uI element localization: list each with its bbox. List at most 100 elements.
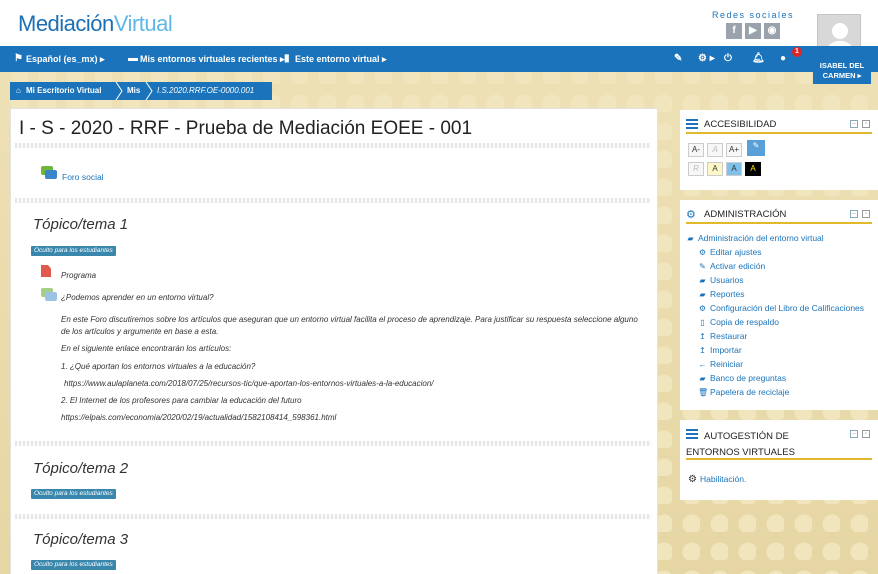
articles-intro: En el siguiente enlace encontrarán los a… (61, 344, 232, 353)
book-icon: ▮ (284, 53, 290, 64)
admin-item-edit-settings[interactable]: ⚙ Editar ajustes (698, 247, 762, 257)
admin-item-reports[interactable]: ▰ Reportes (698, 289, 744, 299)
pdf-file-icon (41, 265, 51, 277)
bell-icon[interactable]: 🔔︎ (752, 53, 765, 64)
site-logo[interactable]: MediaciónVirtual (18, 11, 173, 37)
hidden-badge: Oculto para los estudiantes (31, 246, 116, 256)
hidden-badge: Oculto para los estudiantes (31, 560, 116, 570)
font-decrease-button[interactable]: A- (688, 143, 704, 157)
article-1-url: https://www.aulaplaneta.com/2018/07/25/r… (64, 379, 434, 388)
forum-description: En este Foro discutiremos sobre los artí… (61, 315, 638, 336)
social-title: Redes sociales (711, 10, 795, 20)
user-name-line2: CARMEN ▸ (822, 71, 862, 80)
pencil-icon: ✎ (699, 262, 706, 271)
desktop-icon: ▬ (128, 53, 138, 64)
nav-recent-courses[interactable]: Mis entornos virtuales recientes ▸ (140, 54, 285, 65)
forum-social-link[interactable]: Foro social (62, 172, 104, 182)
course-content: I - S - 2020 - RRF - Prueba de Mediación… (10, 108, 658, 574)
font-increase-button[interactable]: A+ (726, 143, 742, 157)
dock-icon[interactable]: ▫ (862, 430, 870, 438)
file-icon: ▯ (700, 318, 705, 327)
administration-block: ⚙ ADMINISTRACIÓN – ▫ ▰ Administración del… (680, 200, 878, 410)
hidden-badge: Oculto para los estudiantes (31, 489, 116, 499)
folder-icon: ▰ (699, 290, 706, 299)
breadcrumb-mis[interactable]: Mis (127, 86, 140, 95)
forum-question-item[interactable]: ¿Podemos aprender en un entorno virtual? (61, 293, 214, 302)
gear-icon: ⚙ (688, 474, 697, 485)
gear-icon[interactable]: ⚙ ▸ (698, 53, 715, 64)
flag-icon: ⚑ (14, 53, 23, 64)
youtube-icon[interactable]: ▶ (745, 23, 761, 39)
programa-item[interactable]: Programa (61, 271, 96, 280)
top-header: MediaciónVirtual Redes sociales f ▶ ◉ (0, 0, 878, 58)
admin-item-recycle-bin[interactable]: 🗑︎ Papelera de reciclaje (698, 387, 789, 397)
forum-icon (41, 166, 57, 179)
enable-course-item[interactable]: ⚙ Habilitación. (688, 474, 746, 485)
divider (15, 441, 651, 446)
topic-title: Tópico/tema 2 (33, 460, 129, 477)
power-icon[interactable]: ⏻ (724, 53, 732, 64)
divider (15, 143, 651, 148)
dock-icon[interactable]: ▫ (862, 210, 870, 218)
folder-open-icon: ▰ (687, 234, 694, 243)
facebook-icon[interactable]: f (726, 23, 742, 39)
block-header: ⚙ ADMINISTRACIÓN – ▫ (686, 206, 872, 224)
gear-icon: ⚙ (698, 304, 707, 313)
block-title: AUTOGESTIÓN DE ENTORNOS VIRTUALES (686, 431, 795, 458)
block-header: AUTOGESTIÓN DE ENTORNOS VIRTUALES – ▫ (686, 426, 872, 460)
other-social-icon[interactable]: ◉ (764, 23, 780, 39)
user-menu[interactable]: ISABEL DEL CARMEN ▸ (813, 58, 871, 84)
color-reset-button[interactable]: R (688, 162, 704, 176)
folder-icon: ▰ (699, 276, 706, 285)
notification-badge: 1 (792, 47, 802, 57)
home-icon: ⌂ (16, 86, 21, 95)
page-title: I - S - 2020 - RRF - Prueba de Mediación… (19, 118, 473, 139)
nav-this-course[interactable]: Este entorno virtual ▸ (295, 54, 387, 65)
admin-item-reset[interactable]: ← Reiniciar (698, 359, 744, 369)
social-links: Redes sociales f ▶ ◉ (708, 10, 798, 39)
breadcrumb-separator (115, 82, 123, 100)
breadcrumb-home[interactable]: Mi Escritorio Virtual (26, 86, 101, 95)
menu-icon (686, 119, 698, 129)
gear-icon: ⚙ (698, 248, 707, 257)
trash-icon: 🗑︎ (698, 388, 709, 397)
admin-item-backup[interactable]: ▯ Copia de respaldo (698, 317, 779, 327)
import-icon: ↥ (699, 346, 706, 355)
topic-title: Tópico/tema 1 (33, 216, 129, 233)
color-scheme-2-button[interactable]: A (726, 162, 742, 176)
block-title: ADMINISTRACIÓN (704, 209, 787, 220)
admin-item-question-bank[interactable]: ▰ Banco de preguntas (698, 373, 786, 383)
breadcrumb: ⌂ Mi Escritorio Virtual Mis I.S.2020.RRF… (10, 82, 272, 100)
admin-item-enable-editing[interactable]: ✎ Activar edición (698, 261, 765, 271)
breadcrumb-course[interactable]: I.S.2020.RRF.OE-0000.001 (157, 86, 254, 95)
font-reset-button[interactable]: A (707, 143, 723, 157)
article-2-title: 2. El Internet de los profesores para ca… (61, 396, 302, 405)
color-scheme-1-button[interactable]: A (707, 162, 723, 176)
accessibility-block: ACCESIBILIDAD – ▫ A- A A+ ✎ R A A A (680, 110, 878, 190)
chat-icon[interactable]: ● (780, 53, 786, 64)
logo-text-accent: Virtual (113, 11, 173, 36)
dock-icon[interactable]: ▫ (862, 120, 870, 128)
admin-item-restore[interactable]: ↥ Restaurar (698, 331, 747, 341)
collapse-icon[interactable]: – (850, 210, 858, 218)
admin-item-gradebook-setup[interactable]: ⚙ Configuración del Libro de Calificacion… (698, 303, 864, 313)
block-header: ACCESIBILIDAD – ▫ (686, 116, 872, 134)
color-scheme-3-button[interactable]: A (745, 162, 761, 176)
main-navbar: ⚑ Español (es_mx) ▸ ▬ Mis entornos virtu… (0, 46, 878, 72)
gears-icon: ⚙ (686, 209, 696, 221)
edit-icon[interactable]: ✎ (674, 53, 682, 64)
article-1-title: 1. ¿Qué aportan los entornos virtuales a… (61, 362, 256, 371)
nav-language[interactable]: Español (es_mx) ▸ (26, 54, 105, 65)
divider (15, 198, 651, 203)
admin-root-item[interactable]: ▰ Administración del entorno virtual (686, 233, 823, 243)
admin-item-import[interactable]: ↥ Importar (698, 345, 742, 355)
save-settings-icon[interactable]: ✎ (747, 140, 765, 156)
collapse-icon[interactable]: – (850, 120, 858, 128)
folder-icon: ▰ (699, 374, 706, 383)
self-management-block: AUTOGESTIÓN DE ENTORNOS VIRTUALES – ▫ ⚙ Ha… (680, 420, 878, 500)
collapse-icon[interactable]: – (850, 430, 858, 438)
logo-text-main: Mediación (18, 11, 114, 36)
admin-item-users[interactable]: ▰ Usuarios (698, 275, 743, 285)
menu-icon (686, 429, 698, 439)
divider (15, 514, 651, 519)
